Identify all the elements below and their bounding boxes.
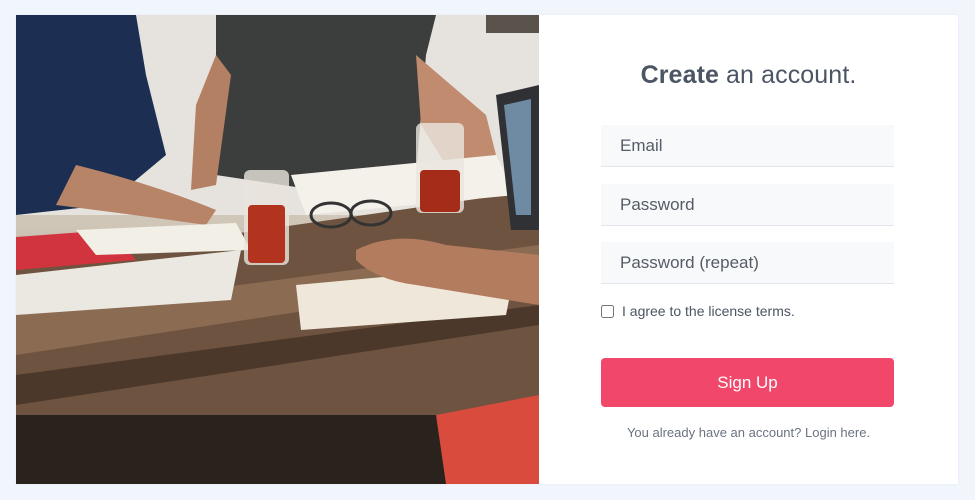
people-working-photo-illustration bbox=[16, 15, 539, 484]
agree-terms[interactable]: I agree to the license terms. bbox=[601, 303, 795, 319]
email-field[interactable] bbox=[601, 125, 894, 167]
title-rest: an account. bbox=[726, 61, 857, 89]
signup-card: Create an account. I agree to the licens… bbox=[16, 15, 958, 484]
hero-photo bbox=[16, 15, 539, 484]
agree-label: I agree to the license terms. bbox=[622, 303, 795, 319]
agree-checkbox[interactable] bbox=[601, 304, 614, 318]
login-link[interactable]: Login here. bbox=[805, 425, 870, 440]
password-field[interactable] bbox=[601, 184, 894, 226]
password-repeat-field[interactable] bbox=[601, 242, 894, 284]
signup-form-panel: Create an account. I agree to the licens… bbox=[539, 15, 958, 484]
page-title: Create an account. bbox=[539, 61, 958, 90]
login-prefix: You already have an account? bbox=[626, 425, 802, 440]
login-hint: You already have an account? Login here. bbox=[539, 425, 958, 440]
title-bold: Create bbox=[640, 61, 719, 89]
sign-up-button[interactable]: Sign Up bbox=[601, 358, 894, 407]
